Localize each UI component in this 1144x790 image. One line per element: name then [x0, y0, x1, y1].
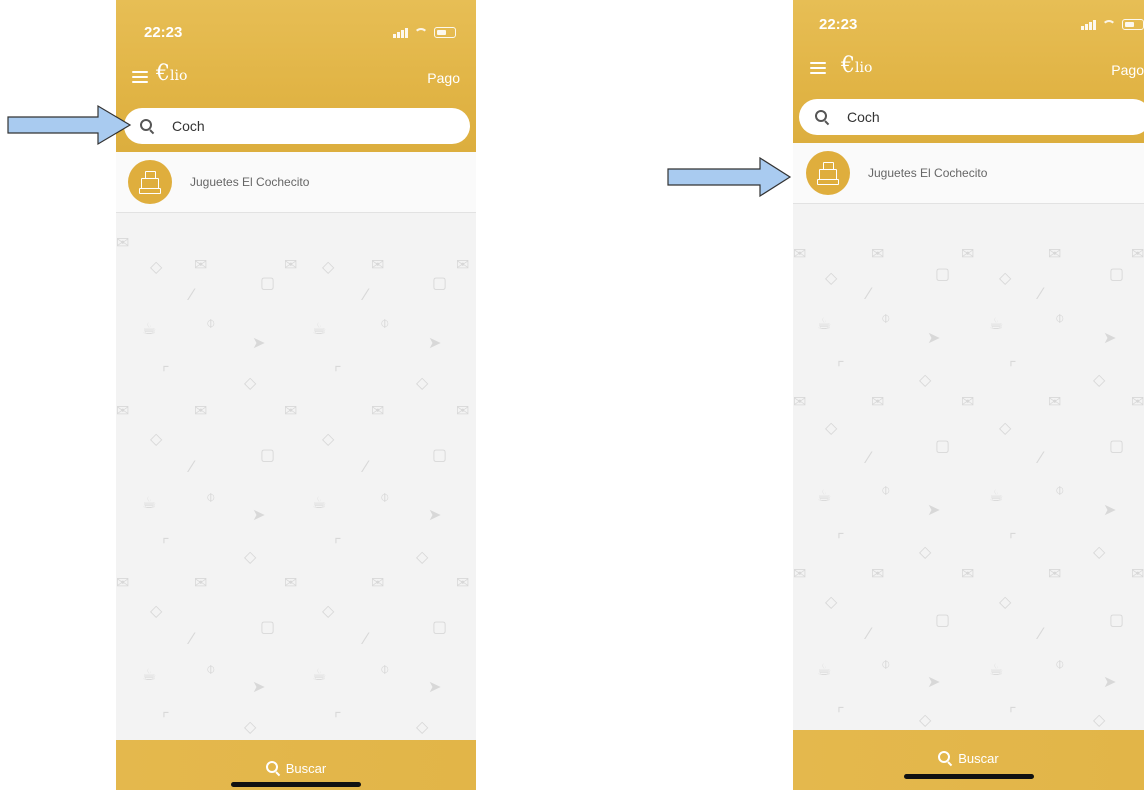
- phone-screen-right: 22:23 €lio Pago Juguetes El Cochecito ✉✉…: [793, 0, 1144, 790]
- bottom-bar: Buscar: [793, 730, 1144, 790]
- search-icon: [815, 110, 829, 124]
- cash-register-icon: [817, 162, 839, 185]
- app-header: 22:23 €lio Pago: [116, 0, 476, 152]
- home-indicator[interactable]: [231, 782, 361, 787]
- cash-register-icon: [139, 171, 161, 194]
- search-bar[interactable]: [799, 99, 1144, 135]
- status-time: 22:23: [819, 16, 858, 33]
- pay-button[interactable]: Pago: [427, 70, 460, 86]
- result-item[interactable]: Juguetes El Cochecito: [116, 152, 476, 213]
- status-time: 22:23: [144, 24, 183, 41]
- background-pattern: ✉ ✉ ✉ ✉ ✉ ◇ ◇ ⁄ ▢ ⁄ ▢ ☕ ⌽ ➤ ☕ ⌽ ➤ ⌜ ◇ ⌜ ◇ ✉ ✉ ✉ ✉ ✉ ◇ ◇ ⁄ ▢ ⁄ ▢ …: [793, 244, 1144, 729]
- status-icons: [393, 27, 456, 38]
- menu-icon[interactable]: [810, 62, 826, 74]
- search-icon: [140, 119, 154, 133]
- wifi-icon: [414, 27, 428, 38]
- result-item[interactable]: Juguetes El Cochecito: [793, 143, 1144, 204]
- arrow-to-result: [667, 156, 792, 198]
- app-logo: €lio: [841, 53, 873, 78]
- app-logo: €lio: [156, 61, 188, 86]
- search-input[interactable]: [170, 117, 434, 135]
- menu-icon[interactable]: [132, 71, 148, 83]
- phone-screen-left: 22:23 €lio Pago Juguetes El Cochecito ✉✉…: [116, 0, 476, 790]
- search-button-label: Buscar: [958, 750, 999, 766]
- avatar: [806, 151, 850, 195]
- search-button[interactable]: Buscar: [938, 750, 999, 766]
- signal-icon: [393, 27, 408, 38]
- search-icon: [938, 751, 952, 765]
- search-bar[interactable]: [124, 108, 470, 144]
- wifi-icon: [1102, 19, 1116, 30]
- search-button-label: Buscar: [285, 760, 327, 776]
- pay-button[interactable]: Pago: [1111, 62, 1144, 78]
- bottom-bar: Buscar: [116, 740, 476, 790]
- arrow-to-search: [7, 104, 132, 146]
- app-header: 22:23 €lio Pago: [793, 0, 1144, 145]
- result-item-label: Juguetes El Cochecito: [868, 166, 988, 180]
- search-button[interactable]: Buscar: [265, 760, 327, 776]
- home-indicator[interactable]: [903, 774, 1034, 779]
- battery-icon: [434, 27, 456, 38]
- search-icon: [265, 761, 280, 775]
- background-pattern: ✉ ✉ ✉ ✉ ✉ ◇ ◇ ⁄ ▢ ⁄ ▢ ☕ ⌽ ➤ ☕ ⌽ ➤ ⌜ ◇ ⌜ ◇ ✉ ✉ ✉ ✉ ✉ ◇ ◇ ⁄ ▢ ⁄ ▢ …: [116, 233, 470, 736]
- status-icons: [1081, 19, 1144, 30]
- result-item-label: Juguetes El Cochecito: [190, 175, 310, 189]
- battery-icon: [1122, 19, 1144, 30]
- search-input[interactable]: [845, 108, 1109, 126]
- signal-icon: [1081, 19, 1096, 30]
- avatar: [128, 160, 172, 204]
